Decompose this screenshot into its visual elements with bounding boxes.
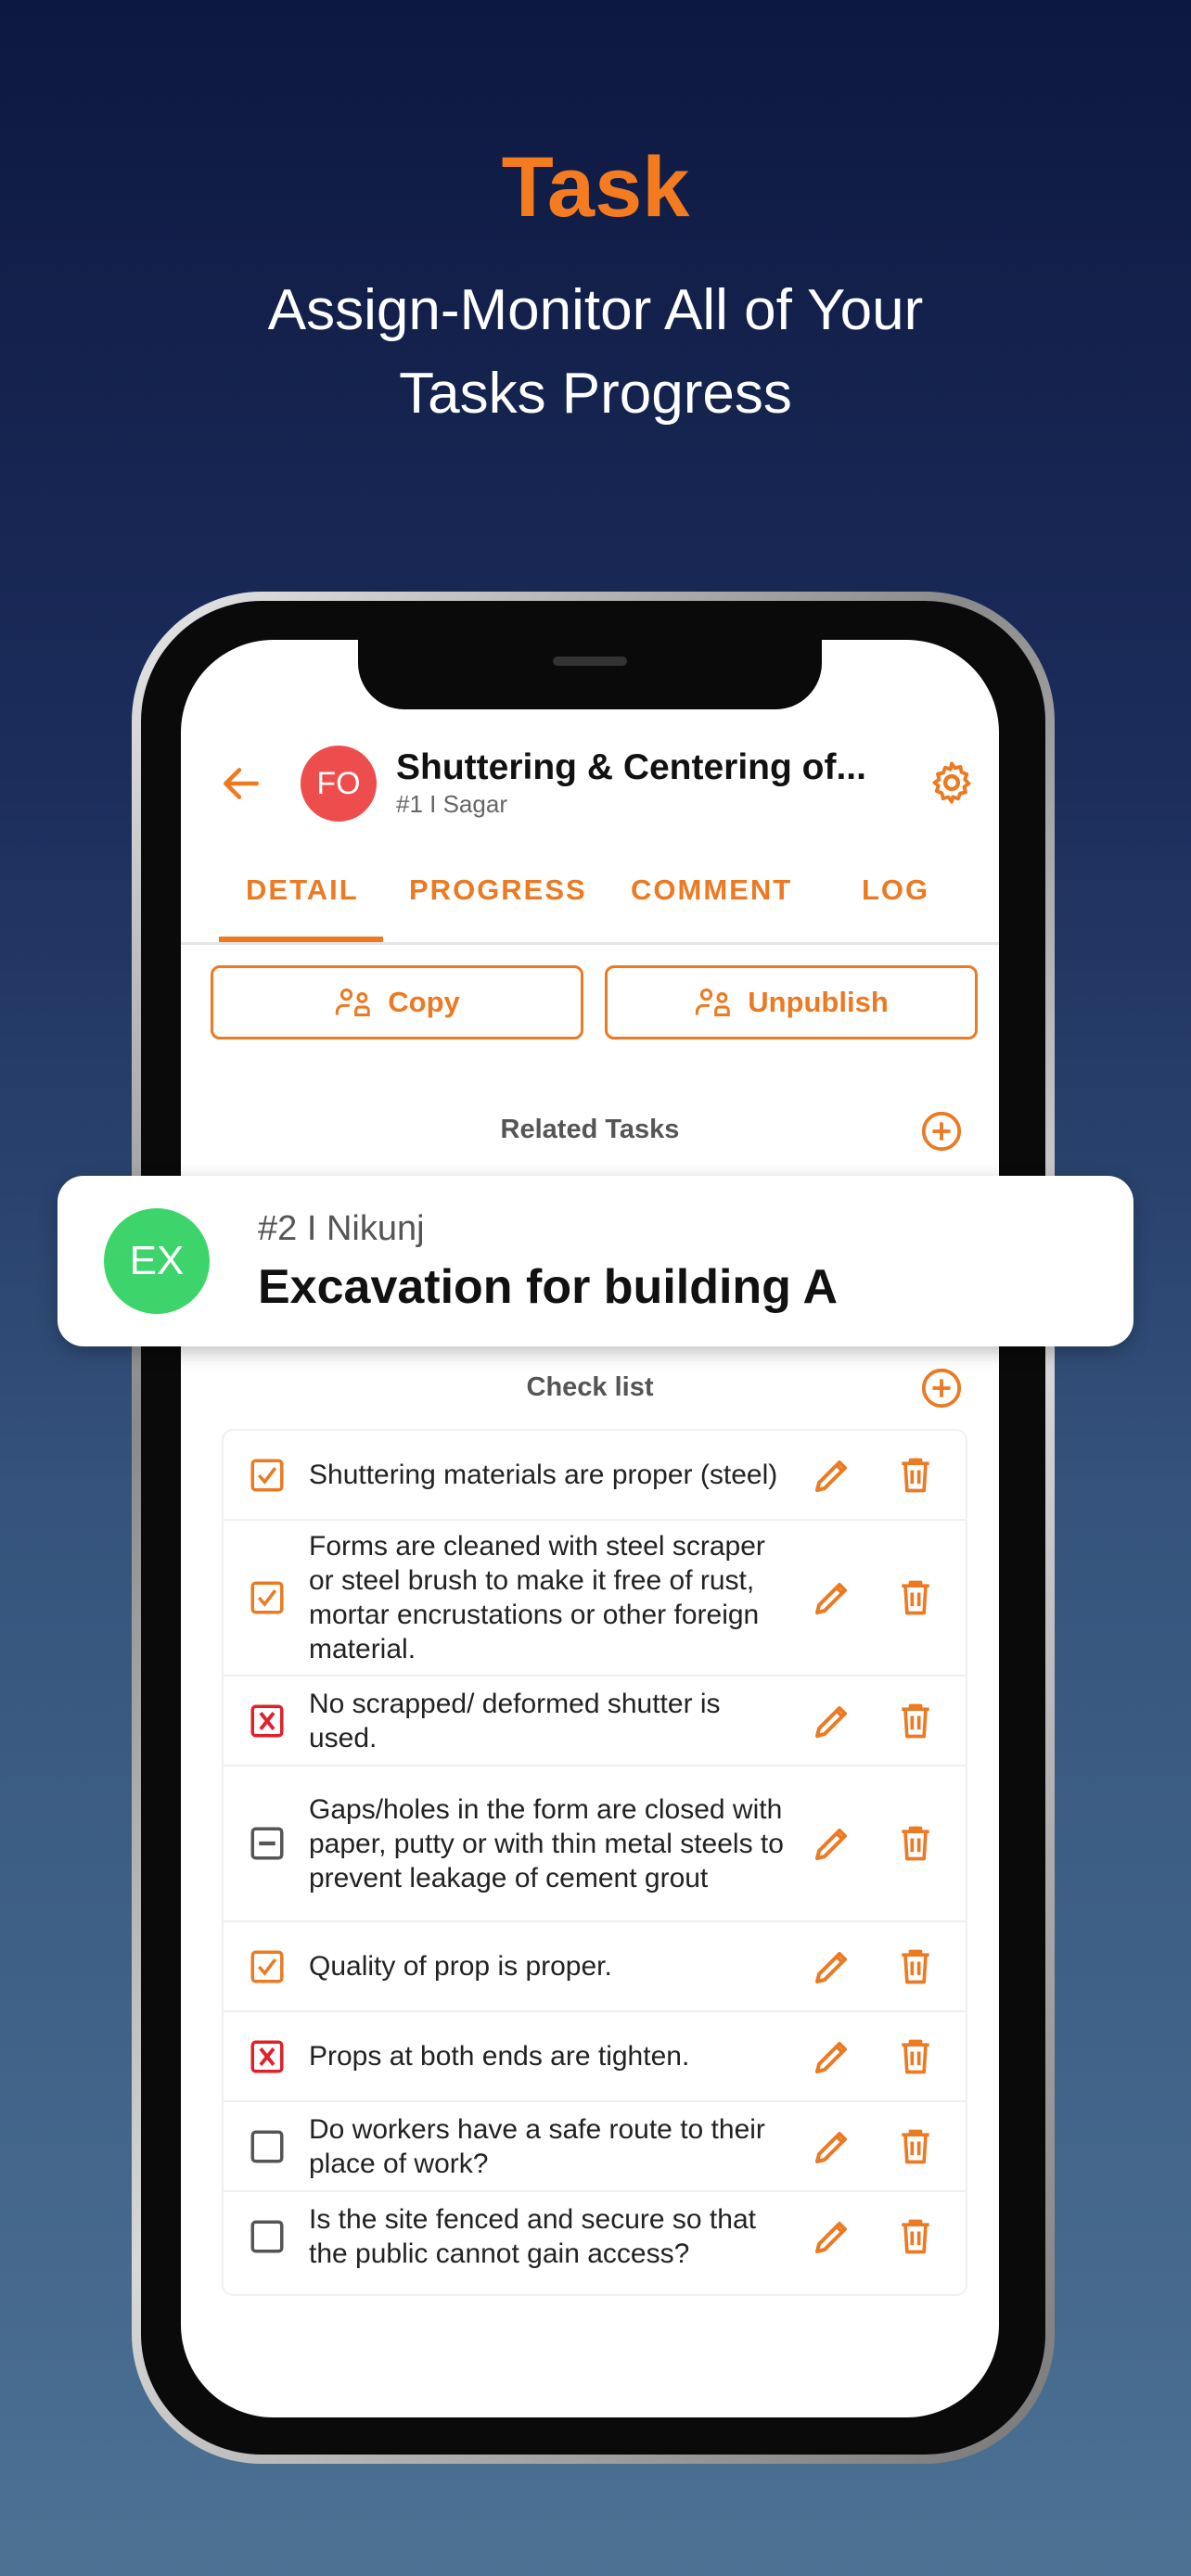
edit-pencil-icon[interactable]: [810, 1821, 854, 1866]
checklist-item: Quality of prop is proper.: [224, 1922, 966, 2012]
checklist-item-text: Is the site fenced and secure so that th…: [309, 2204, 756, 2269]
trash-icon[interactable]: [895, 2034, 936, 2079]
users-icon: [336, 988, 371, 1017]
checklist-item: Is the site fenced and secure so that th…: [224, 2192, 966, 2281]
checklist: Shuttering materials are proper (steel) F…: [222, 1429, 967, 2296]
checklist-item-text: No scrapped/ deformed shutter is used.: [309, 1688, 721, 1753]
checklist-item: Shuttering materials are proper (steel): [224, 1431, 966, 1521]
tab-progress[interactable]: PROGRESS: [409, 874, 587, 907]
checkbox-unchecked-icon[interactable]: [248, 2127, 287, 2166]
divider: [181, 942, 999, 945]
trash-icon[interactable]: [895, 1821, 936, 1866]
hero-subtitle-line: Assign-Monitor All of Your: [267, 278, 924, 342]
checklist-item: Props at both ends are tighten.: [224, 2012, 966, 2102]
checkbox-checked-icon[interactable]: [248, 1947, 287, 1986]
trash-icon[interactable]: [895, 1453, 936, 1498]
copy-label: Copy: [388, 986, 460, 1018]
hero-title: Task: [501, 140, 690, 235]
unpublish-button[interactable]: Unpublish: [605, 965, 978, 1039]
edit-pencil-icon[interactable]: [810, 1945, 854, 1989]
checklist-item-text: Shuttering materials are proper (steel): [309, 1460, 778, 1490]
task-avatar: FO: [301, 746, 377, 822]
checkbox-checked-icon[interactable]: [248, 1578, 287, 1617]
tab-log[interactable]: LOG: [862, 874, 929, 907]
checkbox-failed-icon[interactable]: [248, 2037, 287, 2076]
trash-icon[interactable]: [895, 2214, 936, 2259]
checkbox-na-icon[interactable]: [248, 1824, 287, 1863]
phone-screen: FO Shuttering & Centering of... #1 I Sag…: [181, 640, 999, 2417]
checklist-item-text: Quality of prop is proper.: [309, 1951, 612, 1982]
gear-icon[interactable]: [928, 759, 976, 807]
edit-pencil-icon[interactable]: [810, 2124, 854, 2169]
checklist-item: No scrapped/ deformed shutter is used.: [224, 1677, 966, 1766]
tab-detail[interactable]: DETAIL: [246, 874, 359, 907]
hero-subtitle-line: Tasks Progress: [399, 362, 792, 426]
edit-pencil-icon[interactable]: [810, 2034, 854, 2079]
unpublish-label: Unpublish: [748, 986, 889, 1018]
add-related-task-icon[interactable]: [920, 1110, 963, 1153]
checklist-item-text: Forms are cleaned with steel scraper or …: [309, 1531, 765, 1664]
checklist-item-text: Do workers have a safe route to their pl…: [309, 2113, 765, 2179]
copy-button[interactable]: Copy: [211, 965, 583, 1039]
hero-subtitle: Assign-Monitor All of Your Tasks Progres…: [0, 269, 1191, 436]
checkbox-failed-icon[interactable]: [248, 1702, 287, 1741]
checkbox-unchecked-icon[interactable]: [248, 2217, 287, 2256]
users-icon: [696, 988, 730, 1017]
edit-pencil-icon[interactable]: [810, 1575, 854, 1620]
tab-comment[interactable]: COMMENT: [631, 874, 792, 907]
checklist-item-text: Props at both ends are tighten.: [309, 2041, 690, 2072]
checklist-item: Do workers have a safe route to their pl…: [224, 2102, 966, 2192]
trash-icon[interactable]: [895, 1699, 936, 1743]
checkbox-checked-icon[interactable]: [248, 1456, 287, 1495]
task-subtitle: #1 I Sagar: [396, 790, 507, 818]
task-title: Shuttering & Centering of...: [396, 747, 866, 787]
related-task-avatar: EX: [104, 1208, 210, 1314]
back-arrow-icon[interactable]: [218, 760, 264, 807]
add-checklist-item-icon[interactable]: [920, 1367, 963, 1409]
checklist-label: Check list: [526, 1372, 654, 1402]
checklist-item: Gaps/holes in the form are closed with p…: [224, 1766, 966, 1922]
related-tasks-label: Related Tasks: [500, 1115, 680, 1144]
related-task-title: Excavation for building A: [258, 1260, 839, 1314]
checklist-item-text: Gaps/holes in the form are closed with p…: [309, 1793, 784, 1894]
edit-pencil-icon[interactable]: [810, 2214, 854, 2259]
related-task-subtitle: #2 I Nikunj: [258, 1209, 425, 1248]
related-task-card[interactable]: EX #2 I Nikunj Excavation for building A: [58, 1176, 1133, 1346]
trash-icon[interactable]: [895, 2124, 936, 2169]
trash-icon[interactable]: [895, 1575, 936, 1620]
checklist-item: Forms are cleaned with steel scraper or …: [224, 1521, 966, 1677]
edit-pencil-icon[interactable]: [810, 1699, 854, 1743]
notch: [358, 640, 822, 709]
edit-pencil-icon[interactable]: [810, 1453, 854, 1498]
trash-icon[interactable]: [895, 1945, 936, 1989]
